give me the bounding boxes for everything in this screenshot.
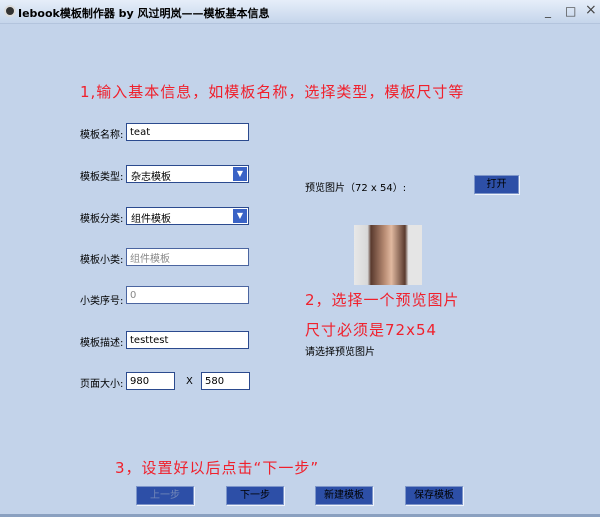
prev-button[interactable]: 上一步 (136, 486, 194, 505)
maximize-button[interactable]: □ (565, 4, 576, 18)
desc-label: 模板描述: (80, 338, 124, 349)
preview-label: 预览图片（72 x 54）: (305, 183, 407, 194)
minimize-button[interactable]: _ (545, 4, 551, 18)
chevron-down-icon[interactable]: ▼ (233, 209, 247, 223)
name-label: 模板名称: (80, 130, 124, 141)
close-button[interactable]: × (585, 2, 597, 18)
window-title: Iebook模板制作器 by 风过明岚——模板基本信息 (18, 7, 270, 20)
category-label: 模板分类: (80, 214, 124, 225)
app-icon (4, 5, 16, 17)
save-template-button[interactable]: 保存模板 (405, 486, 463, 505)
new-template-button[interactable]: 新建模板 (315, 486, 373, 505)
preview-status: 请选择预览图片 (305, 347, 375, 358)
hint-step2-size: 尺寸必须是72x54 (305, 321, 438, 339)
subtype-label: 模板小类: (80, 255, 124, 266)
type-select[interactable]: 杂志模板 ▼ (126, 165, 249, 183)
size-separator: X (186, 376, 193, 387)
name-input[interactable] (126, 123, 249, 141)
width-input[interactable] (126, 372, 175, 390)
size-label: 页面大小: (80, 379, 124, 390)
open-button[interactable]: 打开 (474, 175, 519, 194)
type-label: 模板类型: (80, 172, 124, 183)
type-value: 杂志模板 (131, 172, 171, 183)
next-button[interactable]: 下一步 (226, 486, 284, 505)
hint-step3: 3，设置好以后点击“下一步” (115, 459, 320, 477)
seq-input (126, 286, 249, 304)
hint-step1: 1,输入基本信息，如模板名称，选择类型，模板尺寸等 (80, 83, 465, 101)
category-select[interactable]: 组件模板 ▼ (126, 207, 249, 225)
height-input[interactable] (201, 372, 250, 390)
seq-label: 小类序号: (80, 296, 124, 307)
desc-input[interactable] (126, 331, 249, 349)
category-value: 组件模板 (131, 214, 171, 225)
hint-step2: 2，选择一个预览图片 (305, 291, 460, 309)
subtype-input (126, 248, 249, 266)
preview-image (354, 225, 422, 285)
chevron-down-icon[interactable]: ▼ (233, 167, 247, 181)
